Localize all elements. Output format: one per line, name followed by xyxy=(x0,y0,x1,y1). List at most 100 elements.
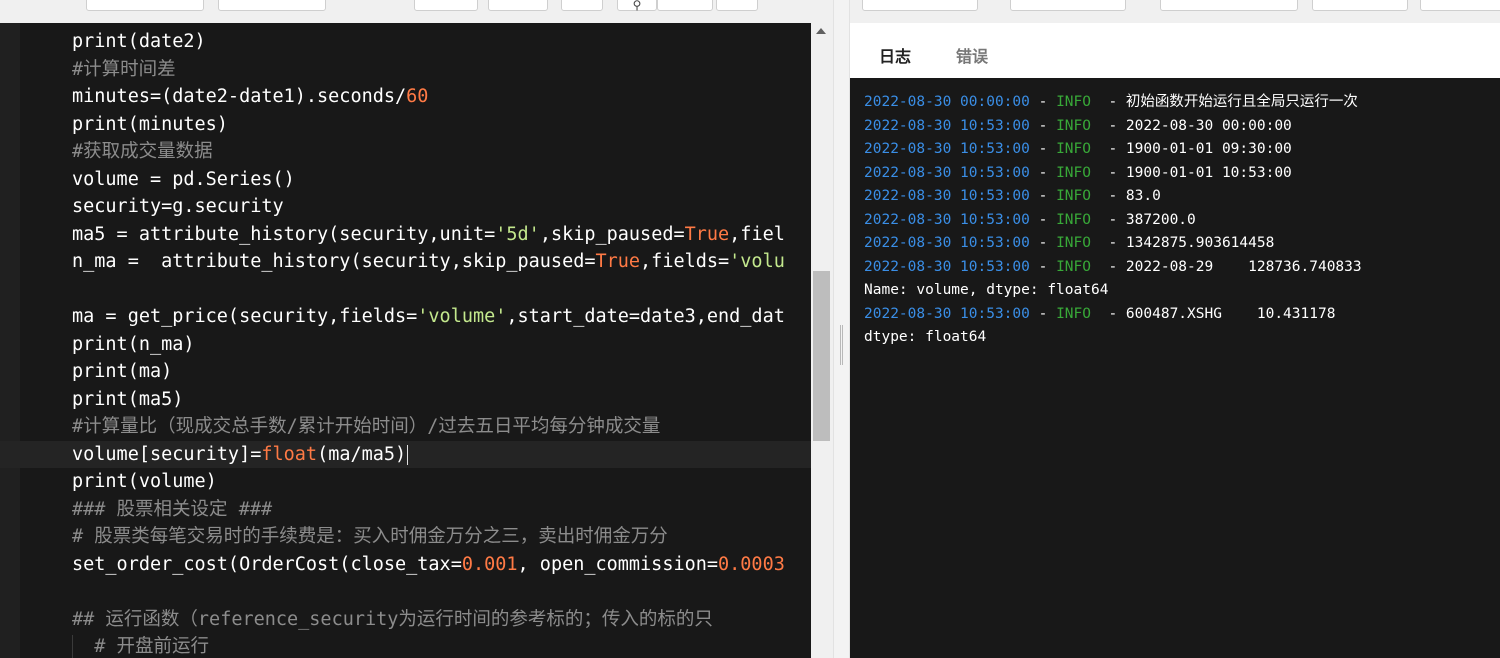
scroll-up-arrow-icon[interactable] xyxy=(816,28,826,34)
tab-errors[interactable]: 错误 xyxy=(956,43,988,67)
code-text: # 股票类每笔交易时的手续费是：买入时佣金万分之三，卖出时佣金万分 xyxy=(72,523,668,551)
code-line[interactable]: #计算量比（现成交总手数/累计开始时间）/过去五日平均每分钟成交量 xyxy=(0,413,811,441)
code-line[interactable]: volume[security]=float(ma/ma5) xyxy=(0,440,811,469)
toolbar-button-7[interactable] xyxy=(716,0,758,11)
log-timestamp: 2022-08-30 10:53:00 xyxy=(864,117,1030,134)
code-token: ,fields= xyxy=(640,251,730,272)
code-line[interactable]: print(minutes) xyxy=(0,111,811,139)
toolbar-button-4[interactable] xyxy=(488,0,548,11)
code-text: ### 股票相关设定 ### xyxy=(72,496,272,524)
code-line[interactable]: volume = pd.Series() xyxy=(0,166,811,194)
code-line[interactable]: # 开盘前运行 xyxy=(0,633,811,658)
toolbar-button-2[interactable] xyxy=(218,0,326,11)
log-message: 2022-08-30 00:00:00 xyxy=(1125,117,1292,134)
log-timestamp: 2022-08-30 10:53:00 xyxy=(864,188,1030,204)
code-text: ## 运行函数（reference_security为运行时间的参考标的；传入的… xyxy=(72,606,713,634)
code-token: True xyxy=(684,223,730,245)
log-timestamp: 2022-08-30 10:53:00 xyxy=(864,141,1030,157)
code-text: set_order_cost(OrderCost(close_tax=0.001… xyxy=(72,551,785,579)
code-token: 0.001 xyxy=(461,553,518,575)
search-button[interactable]: ⚲ xyxy=(617,0,657,11)
editor-scrollbar[interactable] xyxy=(811,23,833,658)
panel-splitter[interactable] xyxy=(833,0,850,658)
code-line[interactable]: set_order_cost(OrderCost(close_tax=0.001… xyxy=(0,551,811,579)
log-separator: - xyxy=(1029,188,1057,204)
code-line[interactable]: #计算时间差 xyxy=(0,56,811,84)
code-line[interactable]: minutes=(date2-date1).seconds/60 xyxy=(0,83,811,111)
code-line[interactable]: ## 运行函数（reference_security为运行时间的参考标的；传入的… xyxy=(0,606,811,634)
code-text: volume[security]=float(ma/ma5) xyxy=(72,441,409,469)
code-token: # 股票类每笔交易时的手续费是：买入时佣金万分之三，卖出时佣金万分 xyxy=(72,526,668,547)
code-token: #获取成交量数据 xyxy=(72,141,213,162)
code-line[interactable]: print(volume) xyxy=(0,468,811,496)
toolbar-button-5[interactable] xyxy=(561,0,603,11)
code-line[interactable]: print(ma) xyxy=(0,358,811,386)
log-timestamp: 2022-08-30 10:53:00 xyxy=(864,164,1030,181)
log-separator: - xyxy=(1029,235,1057,251)
code-token: (ma/ma5) xyxy=(317,443,407,465)
code-line[interactable] xyxy=(0,276,811,304)
code-token: '5d' xyxy=(495,223,540,245)
code-line[interactable]: ma5 = attribute_history(security,unit='5… xyxy=(0,221,811,249)
code-line[interactable]: ma = get_price(security,fields='volume',… xyxy=(0,303,811,331)
log-toolbar-button-3[interactable] xyxy=(1160,0,1298,11)
code-token: #计算时间差 xyxy=(72,58,176,80)
log-toolbar xyxy=(850,0,1500,23)
code-line[interactable]: # 股票类每笔交易时的手续费是：买入时佣金万分之三，卖出时佣金万分 xyxy=(0,523,811,551)
log-level: INFO xyxy=(1056,188,1091,204)
log-line: 2022-08-30 10:53:00 - INFO - 2022-08-29 … xyxy=(864,257,1362,277)
code-text: volume = pd.Series() xyxy=(72,166,295,194)
output-tabs: 日志 错误 xyxy=(850,23,1500,78)
code-line[interactable]: print(n_ma) xyxy=(0,331,811,359)
log-separator: - xyxy=(1029,305,1057,322)
log-message: dtype: float64 xyxy=(864,329,987,345)
log-separator: - xyxy=(1091,164,1126,181)
code-line[interactable]: security=g.security xyxy=(0,193,811,221)
log-separator: - xyxy=(1091,117,1126,134)
code-line[interactable]: ### 股票相关设定 ### xyxy=(0,496,811,524)
log-separator: - xyxy=(1091,188,1126,204)
log-toolbar-button-1[interactable] xyxy=(862,0,978,11)
code-line[interactable]: n_ma = attribute_history(security,skip_p… xyxy=(0,248,811,276)
log-separator: - xyxy=(1029,211,1057,228)
log-message: Name: volume, dtype: float64 xyxy=(864,282,1109,298)
code-token: 'volu xyxy=(729,251,785,272)
code-text: #计算量比（现成交总手数/累计开始时间）/过去五日平均每分钟成交量 xyxy=(72,413,660,441)
log-timestamp: 2022-08-30 10:53:00 xyxy=(864,235,1030,251)
scroll-thumb[interactable] xyxy=(813,271,830,441)
code-line[interactable]: print(date2) xyxy=(0,28,811,56)
code-token: set_order_cost(OrderCost(close_tax= xyxy=(72,553,462,575)
log-message: 83.0 xyxy=(1125,188,1161,204)
log-toolbar-button-5[interactable] xyxy=(1420,0,1500,11)
code-token: ,fiel xyxy=(729,223,785,245)
code-editor[interactable]: print(date2) #计算时间差 minutes=(date2-date1).… xyxy=(0,23,811,658)
log-level: INFO xyxy=(1056,94,1091,110)
log-separator: - xyxy=(1029,94,1057,110)
tab-log[interactable]: 日志 xyxy=(879,43,911,67)
code-token: # 开盘前运行 xyxy=(72,636,210,657)
log-separator: - xyxy=(1091,94,1126,110)
log-separator: - xyxy=(1029,117,1057,134)
log-line: 2022-08-30 10:53:00 - INFO - 1900-01-01 … xyxy=(864,139,1292,159)
code-line[interactable]: #获取成交量数据 xyxy=(0,138,811,166)
log-separator: - xyxy=(1029,141,1057,157)
editor-toolbar: ⚲ xyxy=(0,0,833,24)
log-line: 2022-08-30 10:53:00 - INFO - 387200.0 xyxy=(864,210,1196,230)
code-token: volume[security]= xyxy=(72,443,262,465)
log-toolbar-button-2[interactable] xyxy=(1010,0,1126,11)
code-text: ma5 = attribute_history(security,unit='5… xyxy=(72,221,785,249)
code-token: ## 运行函数（reference_security为运行时间的参考标的；传入的… xyxy=(72,608,713,630)
code-text: minutes=(date2-date1).seconds/60 xyxy=(72,83,428,111)
code-token: print(ma) xyxy=(72,361,173,382)
log-separator: - xyxy=(1091,305,1126,322)
toolbar-button-6[interactable] xyxy=(657,0,713,11)
log-timestamp: 2022-08-30 10:53:00 xyxy=(864,305,1030,322)
code-token: #计算量比（现成交总手数/累计开始时间）/过去五日平均每分钟成交量 xyxy=(72,416,661,437)
code-line[interactable]: print(ma5) xyxy=(0,386,811,414)
log-toolbar-button-4[interactable] xyxy=(1312,0,1408,11)
toolbar-button-1[interactable] xyxy=(86,0,204,11)
code-token: float xyxy=(261,443,318,465)
code-token: ma5 = attribute_history(security,unit= xyxy=(72,223,496,245)
code-line[interactable] xyxy=(0,578,811,606)
toolbar-button-3[interactable] xyxy=(414,0,478,11)
